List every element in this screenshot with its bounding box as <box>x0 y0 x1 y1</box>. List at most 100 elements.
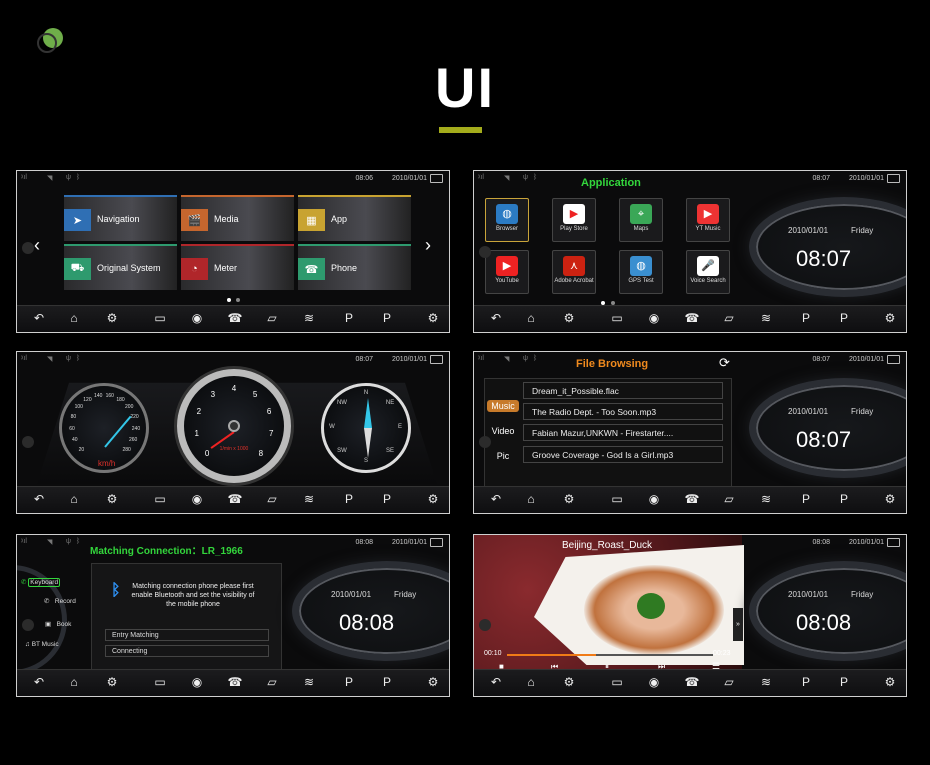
file-item[interactable]: Dream_it_Possible.flac <box>523 382 723 399</box>
parking-rear-icon[interactable]: P <box>832 675 856 689</box>
file-item[interactable]: The Radio Dept. - Too Soon.mp3 <box>523 403 723 420</box>
menu-record[interactable]: ✆ Record <box>44 597 76 605</box>
menu-book[interactable]: ▣ Book <box>45 620 71 628</box>
media-icon[interactable]: ▱ <box>717 311 741 325</box>
camera-icon[interactable]: ▭ <box>605 492 629 506</box>
window-icon[interactable] <box>887 355 900 364</box>
back-icon[interactable]: ↶ <box>27 675 51 689</box>
home-icon[interactable]: ⌂ <box>519 675 543 689</box>
assistive-touch-button[interactable] <box>22 436 34 448</box>
camera-icon[interactable]: ▭ <box>148 311 172 325</box>
climate-icon[interactable]: ≋ <box>297 492 321 506</box>
home-icon[interactable]: ⌂ <box>519 311 543 325</box>
app-maps[interactable]: ⌖ Maps <box>619 198 663 242</box>
parking-rear-icon[interactable]: P <box>832 311 856 325</box>
home-icon[interactable]: ⌂ <box>62 675 86 689</box>
assistive-touch-button[interactable] <box>22 619 34 631</box>
back-icon[interactable]: ↶ <box>27 311 51 325</box>
climate-icon[interactable]: ≋ <box>754 311 778 325</box>
camera-icon[interactable]: ▭ <box>148 675 172 689</box>
assistive-touch-button[interactable] <box>479 246 491 258</box>
parking-rear-icon[interactable]: P <box>375 311 399 325</box>
refresh-icon[interactable]: ⟳ <box>719 355 730 371</box>
prev-page-arrow[interactable]: ‹ <box>34 235 40 256</box>
file-item[interactable]: Fabian Mazur,UNKWN - Firestarter.... <box>523 424 723 441</box>
tab-music[interactable]: Music <box>487 400 519 412</box>
window-icon[interactable] <box>887 174 900 183</box>
phone-icon[interactable]: ☎ <box>223 311 247 325</box>
car-settings-icon[interactable]: ⚙ <box>878 675 902 689</box>
parking-rear-icon[interactable]: P <box>832 492 856 506</box>
car-settings-icon[interactable]: ⚙ <box>421 311 445 325</box>
app-voice-search[interactable]: 🎤 Voice Search <box>686 250 730 294</box>
parking-front-icon[interactable]: P <box>794 311 818 325</box>
app-browser[interactable]: ◍ Browser <box>485 198 529 242</box>
car-settings-icon[interactable]: ⚙ <box>421 492 445 506</box>
settings-icon[interactable]: ⚙ <box>557 311 581 325</box>
car-settings-icon[interactable]: ⚙ <box>421 675 445 689</box>
app-yt-music[interactable]: ▶ YT Music <box>686 198 730 242</box>
assistive-touch-button[interactable] <box>22 242 34 254</box>
back-icon[interactable]: ↶ <box>484 492 508 506</box>
settings-icon[interactable]: ⚙ <box>557 492 581 506</box>
car-settings-icon[interactable]: ⚙ <box>878 311 902 325</box>
navigation-icon[interactable]: ◉ <box>642 311 666 325</box>
climate-icon[interactable]: ≋ <box>754 492 778 506</box>
navigation-icon[interactable]: ◉ <box>642 492 666 506</box>
window-icon[interactable] <box>887 538 900 547</box>
window-icon[interactable] <box>430 355 443 364</box>
tile-navigation[interactable]: ➤ Navigation <box>64 195 177 241</box>
parking-front-icon[interactable]: P <box>794 675 818 689</box>
settings-icon[interactable]: ⚙ <box>100 492 124 506</box>
assistive-touch-button[interactable] <box>479 436 491 448</box>
phone-icon[interactable]: ☎ <box>680 492 704 506</box>
next-page-arrow[interactable]: › <box>425 235 431 256</box>
home-icon[interactable]: ⌂ <box>62 311 86 325</box>
parking-rear-icon[interactable]: P <box>375 492 399 506</box>
back-icon[interactable]: ↶ <box>484 311 508 325</box>
tab-pic[interactable]: Pic <box>487 451 519 461</box>
climate-icon[interactable]: ≋ <box>754 675 778 689</box>
camera-icon[interactable]: ▭ <box>605 675 629 689</box>
camera-icon[interactable]: ▭ <box>148 492 172 506</box>
phone-icon[interactable]: ☎ <box>223 675 247 689</box>
tile-media[interactable]: 🎬 Media <box>181 195 294 241</box>
app-gps-test[interactable]: ◍ GPS Test <box>619 250 663 294</box>
navigation-icon[interactable]: ◉ <box>185 311 209 325</box>
camera-icon[interactable]: ▭ <box>605 311 629 325</box>
settings-icon[interactable]: ⚙ <box>100 675 124 689</box>
media-icon[interactable]: ▱ <box>260 492 284 506</box>
settings-icon[interactable]: ⚙ <box>100 311 124 325</box>
phone-icon[interactable]: ☎ <box>223 492 247 506</box>
window-icon[interactable] <box>430 174 443 183</box>
back-icon[interactable]: ↶ <box>484 675 508 689</box>
home-icon[interactable]: ⌂ <box>62 492 86 506</box>
app-play-store[interactable]: ▶ Play Store <box>552 198 596 242</box>
window-icon[interactable] <box>430 538 443 547</box>
parking-rear-icon[interactable]: P <box>375 675 399 689</box>
navigation-icon[interactable]: ◉ <box>185 675 209 689</box>
home-icon[interactable]: ⌂ <box>519 492 543 506</box>
media-icon[interactable]: ▱ <box>260 311 284 325</box>
media-icon[interactable]: ▱ <box>260 675 284 689</box>
phone-icon[interactable]: ☎ <box>680 675 704 689</box>
navigation-icon[interactable]: ◉ <box>642 675 666 689</box>
tile-phone[interactable]: ☎ Phone <box>298 244 411 290</box>
app-adobe-acrobat[interactable]: ⋏ Adobe Acrobat <box>552 250 596 294</box>
parking-front-icon[interactable]: P <box>337 492 361 506</box>
tile-original-system[interactable]: ⛟ Original System <box>64 244 177 290</box>
tile-app[interactable]: ▦ App <box>298 195 411 241</box>
tile-meter[interactable]: ◔ Meter <box>181 244 294 290</box>
climate-icon[interactable]: ≋ <box>297 311 321 325</box>
media-icon[interactable]: ▱ <box>717 492 741 506</box>
tab-video[interactable]: Video <box>487 426 519 436</box>
expand-handle[interactable]: » <box>733 608 743 641</box>
car-settings-icon[interactable]: ⚙ <box>878 492 902 506</box>
media-icon[interactable]: ▱ <box>717 675 741 689</box>
page-dot-active[interactable] <box>227 298 231 302</box>
navigation-icon[interactable]: ◉ <box>185 492 209 506</box>
parking-front-icon[interactable]: P <box>337 675 361 689</box>
menu-bt-music[interactable]: ♫ BT Music <box>25 641 59 648</box>
parking-front-icon[interactable]: P <box>337 311 361 325</box>
file-item[interactable]: Groove Coverage - God Is a Girl.mp3 <box>523 446 723 463</box>
